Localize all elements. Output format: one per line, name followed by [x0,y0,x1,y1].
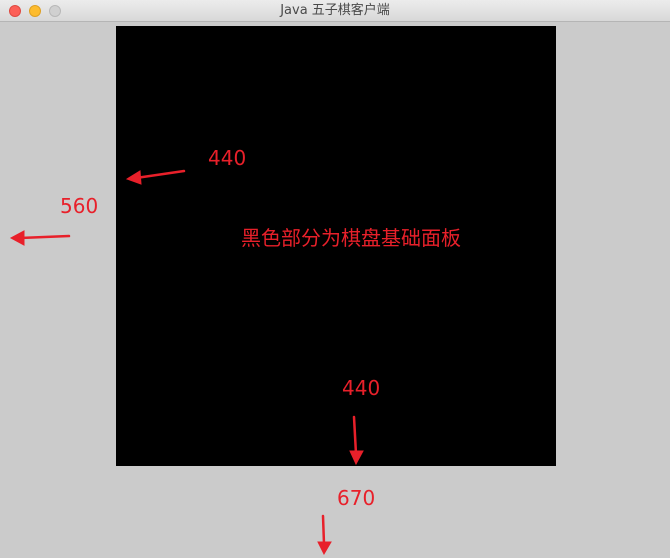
window-title: Java 五子棋客户端 [280,3,390,18]
board-height-annotation: 440 [208,146,247,170]
title-bar[interactable]: Java 五子棋客户端 [0,0,670,22]
board-width-annotation: 440 [342,376,381,400]
board-caption: 黑色部分为棋盘基础面板 [241,226,461,250]
window-width-annotation: 670 [337,486,376,510]
app-window: Java 五子棋客户端 440 560 黑色部分为棋盘基础面板 440 670 [0,0,670,558]
window-height-annotation: 560 [60,194,99,218]
arrow-down-window-icon [317,514,332,556]
arrow-left-window-icon [9,230,71,246]
